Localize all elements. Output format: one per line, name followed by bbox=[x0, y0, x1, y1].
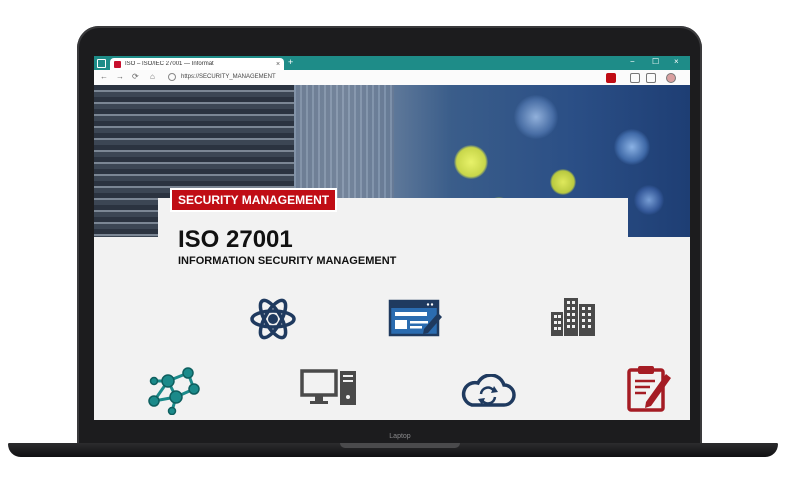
site-info-icon[interactable] bbox=[168, 73, 176, 81]
forward-button[interactable]: → bbox=[116, 72, 124, 81]
minimize-button[interactable]: − bbox=[630, 57, 635, 66]
bokeh-light bbox=[634, 185, 664, 215]
browser-tab[interactable]: ISO – ISO/IEC 27001 — Informat × bbox=[110, 58, 284, 70]
new-tab-button[interactable]: + bbox=[288, 57, 293, 67]
home-button[interactable]: ⌂ bbox=[150, 72, 155, 81]
bokeh-light bbox=[550, 169, 576, 195]
bokeh-light bbox=[614, 129, 650, 165]
page-subtitle: INFORMATION SECURITY MANAGEMENT bbox=[178, 255, 397, 267]
browser-titlebar: ISO – ISO/IEC 27001 — Informat × + − ☐ × bbox=[94, 56, 690, 70]
close-window-button[interactable]: × bbox=[674, 57, 679, 66]
extension-icon[interactable] bbox=[606, 73, 616, 83]
tab-title: ISO – ISO/IEC 27001 — Informat bbox=[125, 61, 214, 67]
bokeh-light bbox=[514, 95, 558, 139]
favicon-icon bbox=[114, 60, 121, 68]
maximize-button[interactable]: ☐ bbox=[652, 57, 659, 66]
bokeh-light bbox=[454, 145, 488, 179]
cloud-sync-icon bbox=[461, 374, 516, 407]
address-bar-row: ← → ⟳ ⌂ https://SECURITY_MANAGEMENT bbox=[94, 70, 690, 86]
favorites-icon[interactable] bbox=[630, 73, 640, 83]
atom-icon bbox=[250, 298, 296, 340]
page-title: ISO 27001 bbox=[178, 226, 293, 253]
back-button[interactable]: ← bbox=[100, 72, 108, 81]
url-text: https://SECURITY_MANAGEMENT bbox=[181, 74, 276, 80]
desktop-computer-icon bbox=[300, 369, 356, 405]
sidebar-toggle-icon[interactable] bbox=[97, 59, 106, 68]
device-label: Laptop bbox=[389, 433, 411, 440]
refresh-button[interactable]: ⟳ bbox=[132, 72, 139, 81]
laptop-hinge-notch bbox=[340, 443, 460, 448]
tab-close-button[interactable]: × bbox=[276, 61, 284, 68]
category-badge: SECURITY MANAGEMENT bbox=[172, 190, 336, 210]
browser-window: ISO – ISO/IEC 27001 — Informat × + − ☐ ×… bbox=[94, 56, 690, 420]
web-form-edit-icon bbox=[388, 299, 442, 337]
clipboard-edit-icon bbox=[627, 366, 671, 412]
profile-avatar-icon[interactable] bbox=[666, 73, 676, 83]
buildings-icon bbox=[551, 298, 595, 336]
collections-icon[interactable] bbox=[646, 73, 656, 83]
address-bar[interactable]: https://SECURITY_MANAGEMENT bbox=[168, 72, 598, 82]
network-nodes-icon bbox=[148, 367, 200, 415]
